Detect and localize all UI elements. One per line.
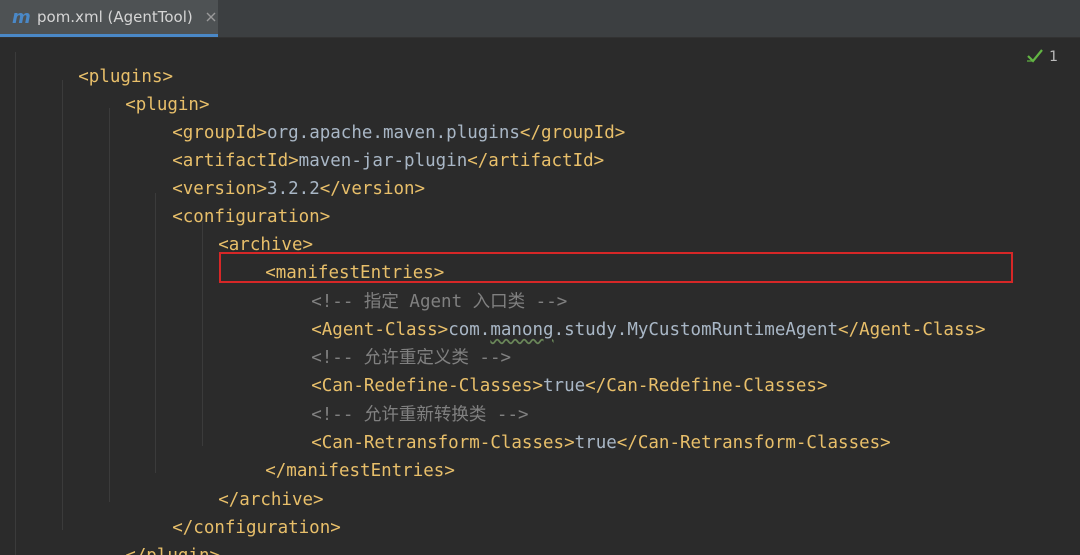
code-line: <artifactId>maven-jar-plugin</artifactId… [109, 119, 604, 171]
xml-value: .study.MyCustomRuntimeAgent [553, 320, 839, 340]
tab-pom-xml[interactable]: m pom.xml (AgentTool) [0, 0, 218, 37]
code-line: <groupId>org.apache.maven.plugins</group… [109, 91, 625, 143]
xml-value: true [574, 433, 617, 453]
code-line: <!-- 允许重新转换类 --> [248, 373, 528, 425]
code-line: <archive> [155, 203, 313, 255]
indent-guide [15, 52, 16, 555]
code-line: </configuration> [109, 486, 341, 538]
code-line: <!-- 指定 Agent 入口类 --> [248, 260, 567, 312]
inspection-widget[interactable]: 1 [1026, 47, 1058, 67]
code-line: <Can-Redefine-Classes>true</Can-Redefine… [248, 344, 827, 396]
code-line: </archive> [155, 458, 323, 510]
indent-guide [62, 80, 63, 530]
code-line: <configuration> [109, 175, 330, 227]
code-line: <plugins> [15, 35, 173, 87]
xml-tag: </Can-Retransform-Classes> [616, 433, 891, 453]
close-icon[interactable] [205, 10, 218, 24]
code-line: </plugin> [62, 514, 220, 555]
xml-tag: </Agent-Class> [838, 320, 986, 340]
code-editor[interactable]: 1 <plugins> <plugin> <groupId>org.apache… [0, 38, 1080, 555]
editor-tab-bar: m pom.xml (AgentTool) [0, 0, 1080, 38]
ide-window: m pom.xml (AgentTool) 1 <plugins> <plugi… [0, 0, 1080, 555]
code-line: <manifestEntries> [202, 231, 444, 283]
xml-tag: </version> [319, 179, 426, 199]
xml-value: true [543, 376, 586, 396]
xml-tag: </plugin> [125, 546, 220, 555]
maven-m-icon: m [11, 7, 33, 27]
code-line: <plugin> [62, 63, 209, 115]
xml-tag: </artifactId> [467, 151, 605, 171]
tab-file-name: pom.xml (AgentTool) [37, 8, 193, 26]
check-icon [1026, 47, 1044, 67]
svg-text:m: m [12, 8, 31, 26]
code-line: <version>3.2.2</version> [109, 147, 425, 199]
code-line: </manifestEntries> [202, 429, 455, 481]
inspection-count: 1 [1049, 49, 1058, 65]
code-line: <Can-Retransform-Classes>true</Can-Retra… [248, 401, 891, 453]
xml-tag: </Can-Redefine-Classes> [585, 376, 828, 396]
code-line: <!-- 允许重定义类 --> [248, 316, 511, 368]
code-line-agent-class: <Agent-Class>com.manong.study.MyCustomRu… [248, 288, 985, 340]
